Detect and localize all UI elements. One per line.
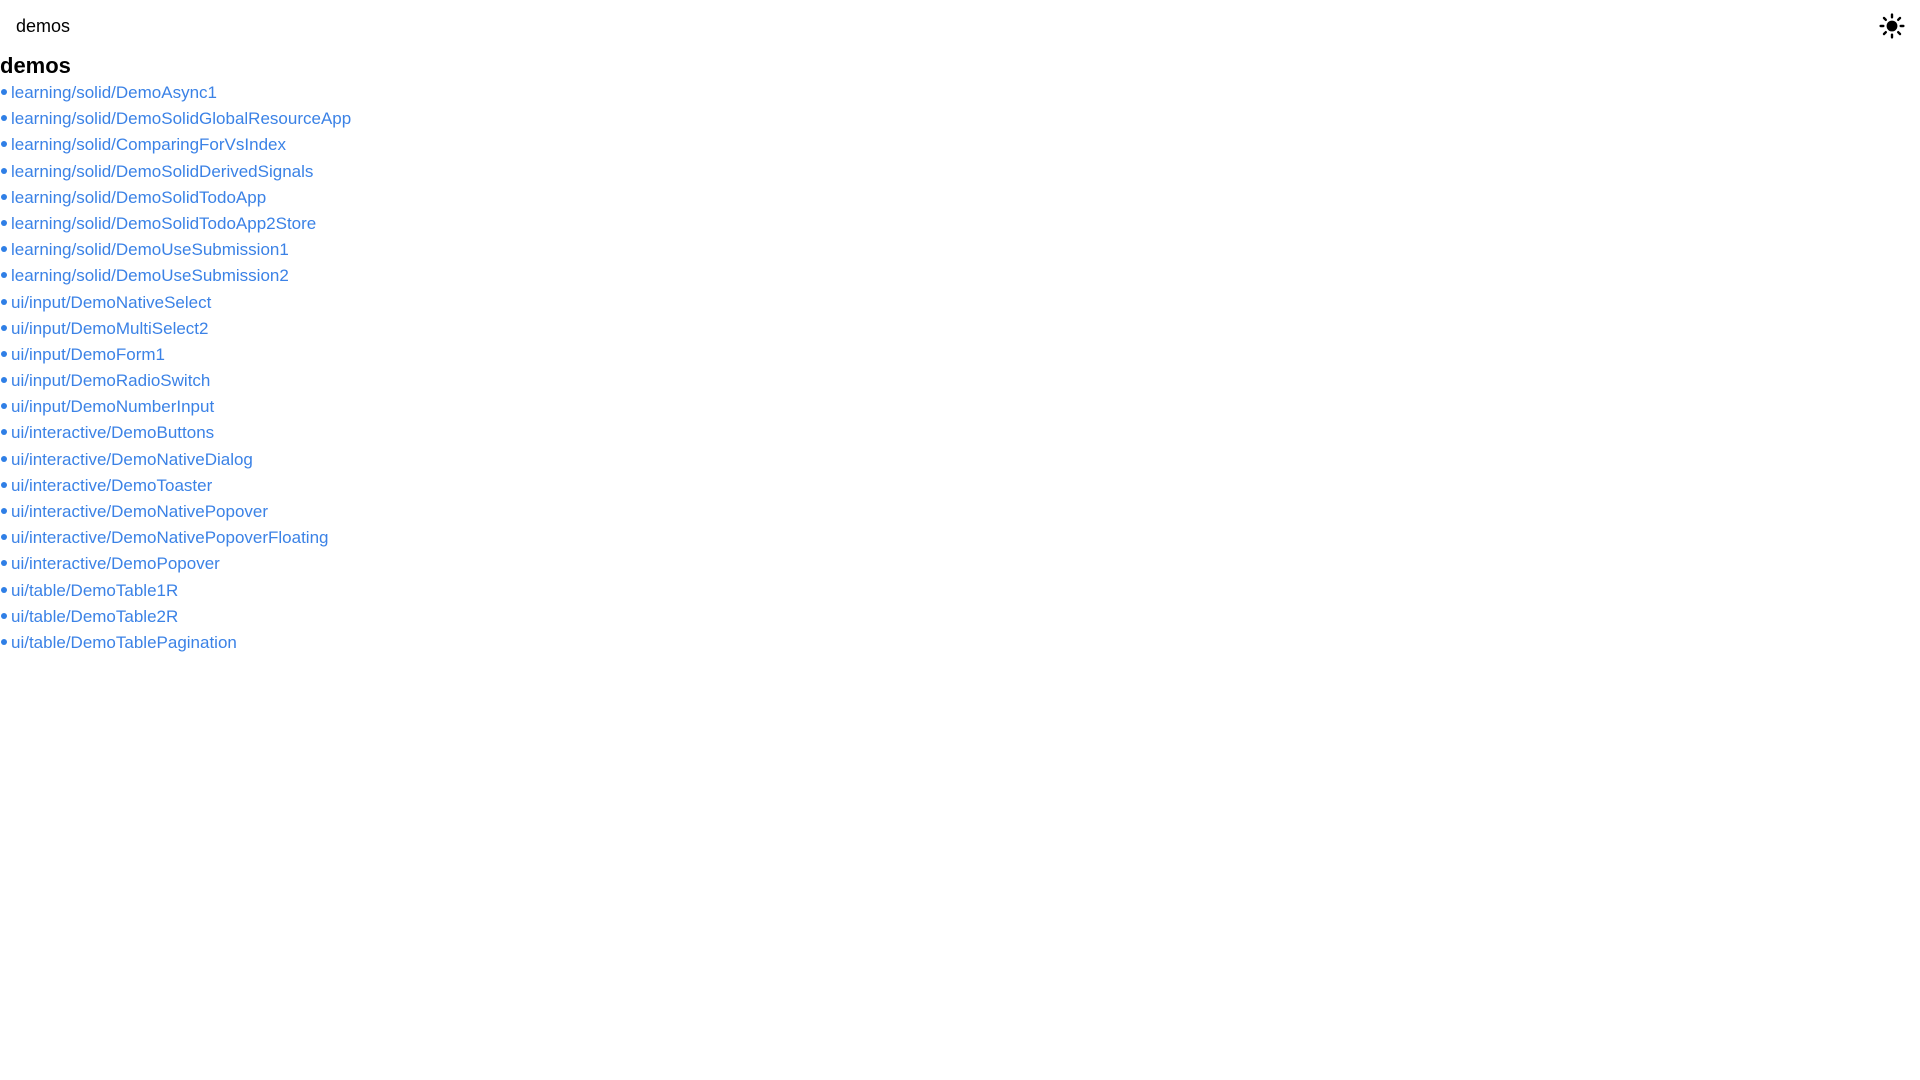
bullet-icon (1, 429, 7, 436)
list-item: ui/interactive/DemoPopover (0, 551, 1920, 577)
list-item: learning/solid/DemoUseSubmission2 (0, 263, 1920, 289)
list-item: learning/solid/ComparingForVsIndex (0, 132, 1920, 158)
demo-link[interactable]: ui/table/DemoTablePagination (11, 633, 237, 652)
bullet-icon (1, 298, 7, 305)
list-item: ui/table/DemoTable1R (0, 578, 1920, 604)
bullet-icon (1, 481, 7, 488)
bullet-icon (1, 89, 7, 95)
bullet-icon (1, 508, 7, 514)
demo-link[interactable]: ui/interactive/DemoNativePopover (11, 502, 268, 521)
bullet-icon (1, 141, 7, 148)
sun-icon (1879, 13, 1905, 39)
list-item: ui/interactive/DemoButtons (0, 420, 1920, 446)
list-item: ui/input/DemoRadioSwitch (0, 368, 1920, 394)
demo-link[interactable]: ui/interactive/DemoNativeDialog (11, 450, 253, 469)
main-content: demos learning/solid/DemoAsync1 learning… (0, 52, 1920, 656)
list-item: ui/input/DemoNumberInput (0, 394, 1920, 420)
list-item: learning/solid/DemoUseSubmission1 (0, 237, 1920, 263)
demo-link[interactable]: ui/input/DemoRadioSwitch (11, 371, 210, 390)
bullet-icon (1, 219, 7, 226)
list-item: ui/input/DemoForm1 (0, 342, 1920, 368)
list-item: ui/interactive/DemoNativePopoverFloating (0, 525, 1920, 551)
list-item: learning/solid/DemoSolidTodoApp2Store (0, 211, 1920, 237)
list-item: ui/table/DemoTable2R (0, 604, 1920, 630)
demo-link[interactable]: learning/solid/DemoUseSubmission1 (11, 240, 289, 259)
demo-link[interactable]: learning/solid/DemoSolidTodoApp (11, 188, 266, 207)
list-item: learning/solid/DemoSolidGlobalResourceAp… (0, 106, 1920, 132)
list-item: learning/solid/DemoSolidDerivedSignals (0, 159, 1920, 185)
demo-link[interactable]: ui/table/DemoTable1R (11, 581, 178, 600)
demo-link[interactable]: learning/solid/DemoUseSubmission2 (11, 266, 289, 285)
bullet-icon (1, 612, 7, 619)
demo-link[interactable]: learning/solid/DemoAsync1 (11, 83, 217, 102)
demo-link[interactable]: ui/interactive/DemoNativePopoverFloating (11, 528, 329, 547)
list-item: learning/solid/DemoSolidTodoApp (0, 185, 1920, 211)
bullet-icon (1, 638, 7, 645)
demo-link-list: learning/solid/DemoAsync1 learning/solid… (0, 80, 1920, 656)
bullet-icon (1, 115, 7, 122)
bullet-icon (1, 534, 7, 541)
bullet-icon (1, 560, 7, 567)
demo-link[interactable]: learning/solid/DemoSolidGlobalResourceAp… (11, 109, 351, 128)
brand-link[interactable]: demos (16, 14, 70, 38)
demo-link[interactable]: ui/interactive/DemoButtons (11, 423, 214, 442)
bullet-icon (1, 324, 7, 331)
bullet-icon (1, 455, 7, 462)
demo-link[interactable]: ui/interactive/DemoPopover (11, 554, 220, 573)
page-title: demos (0, 53, 71, 78)
demo-link[interactable]: ui/table/DemoTable2R (11, 607, 178, 626)
demo-link[interactable]: learning/solid/ComparingForVsIndex (11, 135, 286, 154)
demo-link[interactable]: learning/solid/DemoSolidDerivedSignals (11, 162, 313, 181)
demo-link[interactable]: ui/input/DemoMultiSelect2 (11, 319, 208, 338)
demo-link[interactable]: ui/input/DemoForm1 (11, 345, 165, 364)
list-item: learning/solid/DemoAsync1 (0, 80, 1920, 106)
list-item: ui/interactive/DemoNativeDialog (0, 447, 1920, 473)
bullet-icon (1, 193, 7, 200)
demo-link[interactable]: learning/solid/DemoSolidTodoApp2Store (11, 214, 316, 233)
bullet-icon (1, 586, 7, 593)
bullet-icon (1, 350, 7, 357)
bullet-icon (1, 403, 7, 410)
bullet-icon (1, 167, 7, 174)
theme-toggle-button[interactable] (1878, 12, 1906, 40)
list-item: ui/interactive/DemoToaster (0, 473, 1920, 499)
list-item: ui/interactive/DemoNativePopover (0, 499, 1920, 525)
list-item: ui/input/DemoNativeSelect (0, 290, 1920, 316)
demo-link[interactable]: ui/input/DemoNumberInput (11, 397, 214, 416)
demo-link[interactable]: ui/interactive/DemoToaster (11, 476, 212, 495)
top-bar: demos (0, 0, 1920, 52)
list-item: ui/input/DemoMultiSelect2 (0, 316, 1920, 342)
bullet-icon (1, 246, 7, 253)
bullet-icon (1, 377, 7, 384)
bullet-icon (1, 272, 7, 279)
list-item: ui/table/DemoTablePagination (0, 630, 1920, 656)
demo-link[interactable]: ui/input/DemoNativeSelect (11, 293, 211, 312)
